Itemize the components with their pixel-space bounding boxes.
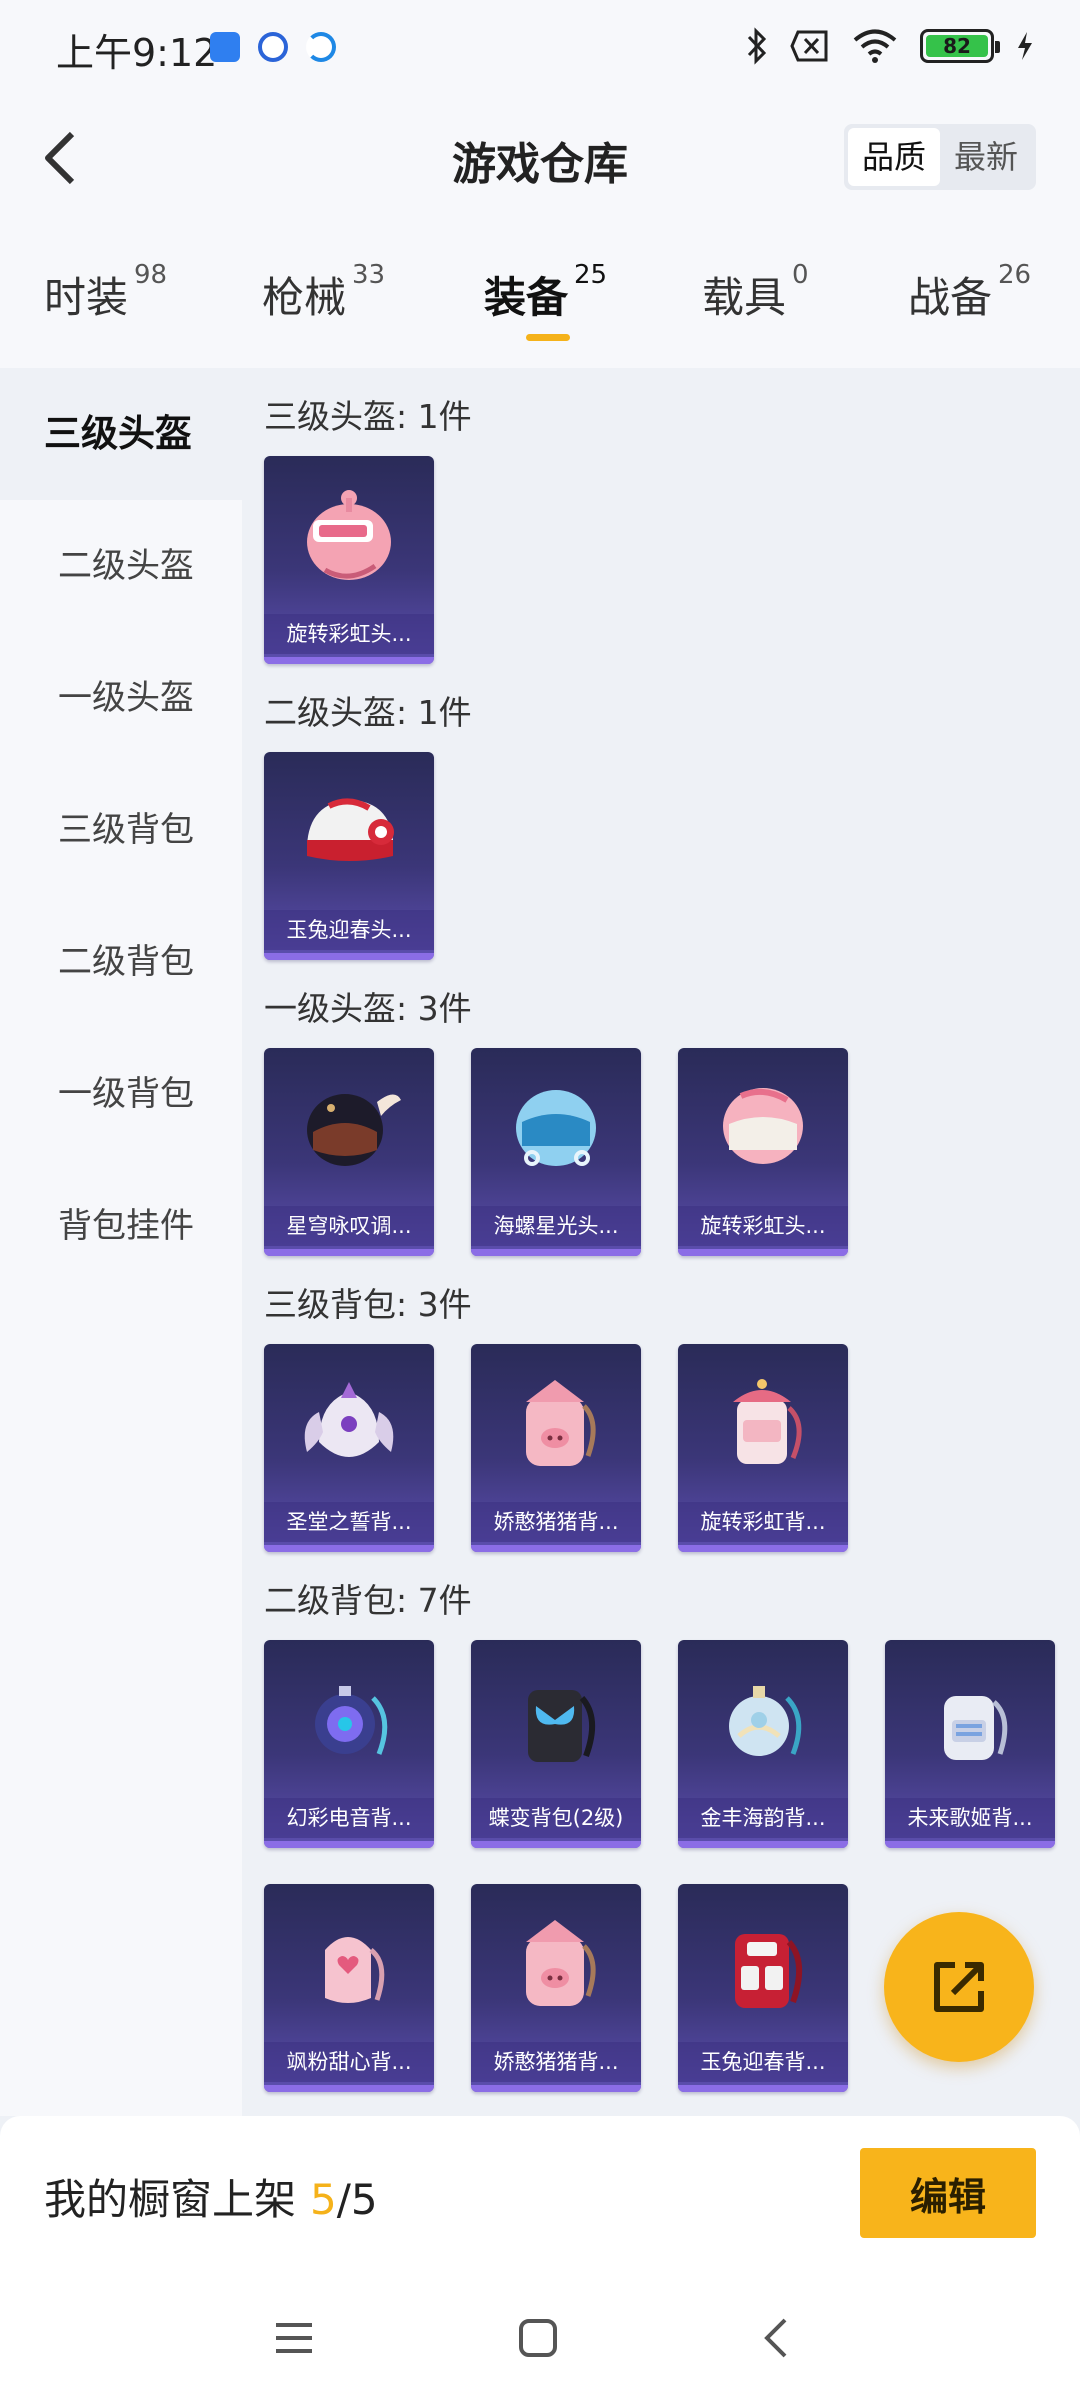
- menu-icon: [276, 2323, 312, 2353]
- share-button[interactable]: [884, 1912, 1034, 2062]
- sidebar-item-level3-helmet[interactable]: 三级头盔: [0, 368, 242, 500]
- showcase-status: 我的橱窗上架 5/5: [44, 2175, 378, 2224]
- wallet-app-icon: [210, 32, 240, 62]
- battery-level: 82: [926, 34, 988, 58]
- home-icon: [519, 2319, 557, 2357]
- item-card[interactable]: 金丰海韵背...: [678, 1640, 848, 1848]
- pink-helmet-visor-icon: [264, 460, 434, 608]
- pig-backpack-icon: [471, 1348, 641, 1496]
- item-name: 蝶变背包(2级): [471, 1798, 641, 1838]
- system-nav-bar: [0, 2276, 1080, 2400]
- item-card[interactable]: 星穹咏叹调...: [264, 1048, 434, 1256]
- white-backpack-icon: [885, 1644, 1055, 1792]
- app-notification-icon: [258, 32, 288, 62]
- tab-equipment[interactable]: 装备 25: [484, 260, 607, 325]
- battery-icon: 82: [920, 29, 1000, 63]
- sort-toggle: 品质 最新: [843, 124, 1036, 190]
- carousel-backpack-icon: [678, 1348, 848, 1496]
- item-card[interactable]: 旋转彩虹头...: [264, 456, 434, 664]
- sidebar-item-level2-helmet[interactable]: 二级头盔: [0, 500, 242, 632]
- home-nav-button[interactable]: [502, 2302, 574, 2374]
- tab-guns[interactable]: 枪械 33: [262, 260, 385, 325]
- showcase-bar: 我的橱窗上架 5/5 编辑: [0, 2116, 1080, 2276]
- back-nav-button[interactable]: [740, 2302, 812, 2374]
- item-card[interactable]: 飒粉甜心背...: [264, 1884, 434, 2092]
- item-card[interactable]: 圣堂之誓背...: [264, 1344, 434, 1552]
- section-title: 三级头盔: 1件: [264, 397, 472, 436]
- item-name: 娇憨猪猪背...: [471, 2042, 641, 2082]
- item-name: 旋转彩虹头...: [678, 1206, 848, 1246]
- item-name: 金丰海韵背...: [678, 1798, 848, 1838]
- sort-by-newest[interactable]: 最新: [940, 128, 1032, 186]
- section-title: 二级头盔: 1件: [264, 693, 472, 732]
- butterfly-backpack-icon: [471, 1644, 641, 1792]
- back-icon: [764, 2318, 787, 2358]
- pink-heart-backpack-icon: [264, 1888, 434, 2036]
- item-name: 幻彩电音背...: [264, 1798, 434, 1838]
- status-bar: 上午9:12 82: [0, 0, 1080, 100]
- item-grid: 三级头盔: 1件 旋转彩虹头... 二级头盔: 1件 玉兔迎春头... 一级头盔…: [242, 368, 1080, 2116]
- edit-button[interactable]: 编辑: [860, 2148, 1036, 2238]
- tab-supplies[interactable]: 战备 26: [908, 260, 1031, 325]
- item-name: 星穹咏叹调...: [264, 1206, 434, 1246]
- category-tabs: 时装 98 枪械 33 装备 25 载具 0 战备 26: [0, 220, 1080, 368]
- showcase-total: /5: [336, 2175, 378, 2224]
- red-backpack-icon: [678, 1888, 848, 2036]
- sort-by-quality[interactable]: 品质: [847, 128, 940, 186]
- item-card[interactable]: 幻彩电音背...: [264, 1640, 434, 1848]
- browser-notification-icon: [306, 32, 336, 62]
- pig-backpack-icon: [471, 1888, 641, 2036]
- item-card[interactable]: 蝶变背包(2级): [471, 1640, 641, 1848]
- winged-backpack-icon: [264, 1348, 434, 1496]
- blue-helmet-icon: [471, 1052, 641, 1200]
- section-title: 一级头盔: 3件: [264, 989, 472, 1028]
- item-name: 飒粉甜心背...: [264, 2042, 434, 2082]
- item-card[interactable]: 玉兔迎春背...: [678, 1884, 848, 2092]
- item-name: 娇憨猪猪背...: [471, 1502, 641, 1542]
- sidebar-item-level1-backpack[interactable]: 一级背包: [0, 1028, 242, 1160]
- item-card[interactable]: 旋转彩虹头...: [678, 1048, 848, 1256]
- item-card[interactable]: 玉兔迎春头...: [264, 752, 434, 960]
- round-speaker-backpack-icon: [264, 1644, 434, 1792]
- item-card[interactable]: 海螺星光头...: [471, 1048, 641, 1256]
- showcase-count: 5: [310, 2175, 337, 2224]
- sidebar: 三级头盔 二级头盔 一级头盔 三级背包 二级背包 一级背包 背包挂件: [0, 368, 242, 2116]
- back-arrow-icon: [45, 131, 75, 185]
- item-name: 海螺星光头...: [471, 1206, 641, 1246]
- item-name: 玉兔迎春头...: [264, 910, 434, 950]
- item-name: 旋转彩虹头...: [264, 614, 434, 654]
- menu-nav-button[interactable]: [258, 2302, 330, 2374]
- active-tab-indicator: [526, 334, 570, 341]
- sidebar-item-level2-backpack[interactable]: 二级背包: [0, 896, 242, 1028]
- item-card[interactable]: 未来歌姬背...: [885, 1640, 1055, 1848]
- globe-backpack-icon: [678, 1644, 848, 1792]
- sidebar-item-level3-backpack[interactable]: 三级背包: [0, 764, 242, 896]
- sidebar-item-backpack-charm[interactable]: 背包挂件: [0, 1160, 242, 1292]
- sidebar-item-level1-helmet[interactable]: 一级头盔: [0, 632, 242, 764]
- item-name: 未来歌姬背...: [885, 1798, 1055, 1838]
- bluetooth-icon: [746, 26, 768, 66]
- charging-icon: [1016, 31, 1034, 61]
- item-name: 玉兔迎春背...: [678, 2042, 848, 2082]
- item-card[interactable]: 娇憨猪猪背...: [471, 1344, 641, 1552]
- section-title: 三级背包: 3件: [264, 1285, 472, 1324]
- section-title: 二级背包: 7件: [264, 1581, 472, 1620]
- item-card[interactable]: 娇憨猪猪背...: [471, 1884, 641, 2092]
- back-button[interactable]: [24, 122, 96, 194]
- red-white-helmet-icon: [264, 756, 434, 904]
- no-sim-icon: [790, 29, 830, 63]
- item-name: 旋转彩虹背...: [678, 1502, 848, 1542]
- pink-helmet-icon: [678, 1052, 848, 1200]
- header: 游戏仓库 品质 最新: [0, 100, 1080, 220]
- item-name: 圣堂之誓背...: [264, 1502, 434, 1542]
- tab-vehicles[interactable]: 载具 0: [702, 260, 809, 325]
- dark-winged-helmet-icon: [264, 1052, 434, 1200]
- tab-outfits[interactable]: 时装 98: [44, 260, 167, 325]
- share-icon: [934, 1962, 984, 2012]
- wifi-icon: [852, 29, 898, 63]
- status-time: 上午9:12: [56, 31, 218, 75]
- item-card[interactable]: 旋转彩虹背...: [678, 1344, 848, 1552]
